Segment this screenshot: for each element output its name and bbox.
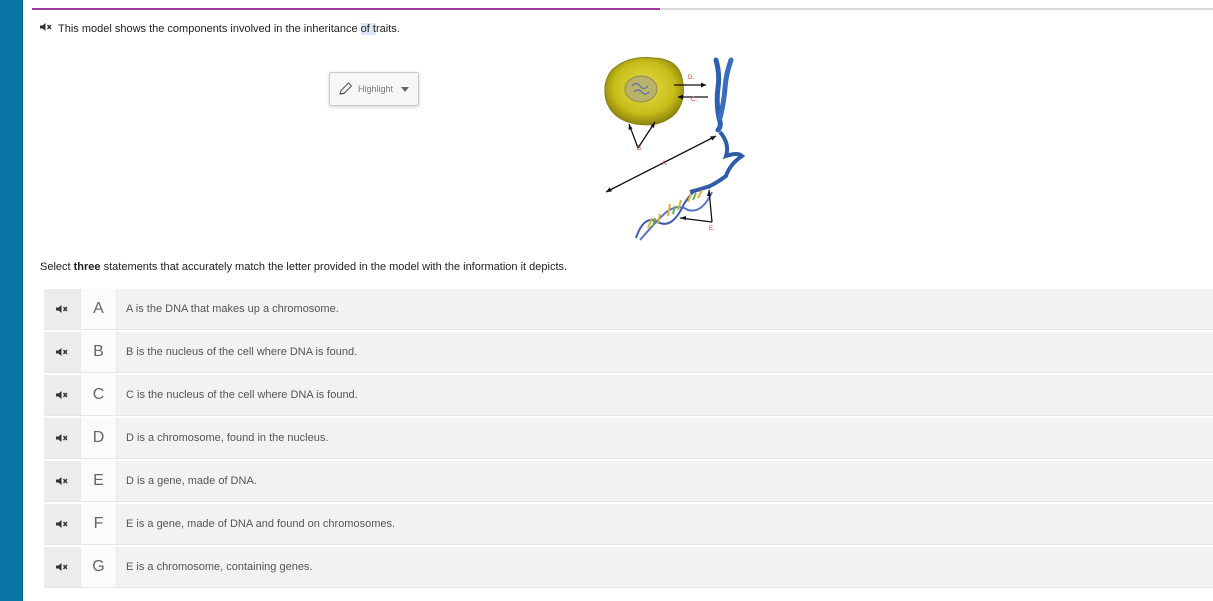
pencil-icon <box>339 82 353 95</box>
answer-option-b[interactable]: B B is the nucleus of the cell where DNA … <box>44 332 1213 373</box>
option-text: C is the nucleus of the cell where DNA i… <box>126 389 358 401</box>
speaker-mute-icon[interactable] <box>44 375 80 415</box>
speaker-mute-icon[interactable] <box>44 547 80 587</box>
progress-bar <box>32 8 1213 10</box>
option-letter: B <box>80 332 117 372</box>
highlight-tool-label: Highlight <box>358 84 394 94</box>
intro-line: This model shows the components involved… <box>39 22 400 35</box>
model-label-e: E. <box>709 226 715 232</box>
inheritance-model-image: D. C. B. A. E. <box>604 57 746 241</box>
dna-double-helix <box>635 186 713 241</box>
option-text: E is a gene, made of DNA and found on ch… <box>126 518 396 530</box>
model-label-a: A. <box>662 161 668 167</box>
option-text: E is a chromosome, containing genes. <box>126 561 313 573</box>
option-letter: D <box>80 418 117 458</box>
model-label-c: C. <box>691 97 697 103</box>
model-label-b: B. <box>637 146 643 152</box>
left-sidebar-rail <box>0 0 23 601</box>
option-text: A is the DNA that makes up a chromosome. <box>126 303 339 315</box>
speaker-mute-icon[interactable] <box>44 504 80 544</box>
answer-option-e[interactable]: E D is a gene, made of DNA. <box>44 461 1213 502</box>
option-letter: C <box>80 375 117 415</box>
answer-option-a[interactable]: A A is the DNA that makes up a chromosome… <box>44 289 1213 330</box>
speaker-mute-icon[interactable] <box>44 289 80 329</box>
speaker-mute-icon[interactable] <box>44 461 80 501</box>
option-letter: E <box>80 461 117 501</box>
option-text: D is a gene, made of DNA. <box>126 475 257 487</box>
answer-option-c[interactable]: C C is the nucleus of the cell where DNA … <box>44 375 1213 416</box>
highlight-tool-button[interactable]: Highlight <box>329 72 419 106</box>
answer-option-d[interactable]: D D is a chromosome, found in the nucleus… <box>44 418 1213 459</box>
option-letter: A <box>80 289 117 329</box>
answer-option-f[interactable]: F E is a gene, made of DNA and found on c… <box>44 504 1213 545</box>
chevron-down-icon[interactable] <box>401 86 410 92</box>
speaker-mute-icon[interactable] <box>39 22 53 35</box>
option-letter: G <box>80 547 117 587</box>
option-text: B is the nucleus of the cell where DNA i… <box>126 346 358 358</box>
answer-option-g[interactable]: G E is a chromosome, containing genes. <box>44 547 1213 588</box>
progress-bar-fill <box>32 8 661 10</box>
text-selection-highlight: of t <box>360 22 376 35</box>
option-text: D is a chromosome, found in the nucleus. <box>126 432 329 444</box>
speaker-mute-icon[interactable] <box>44 418 80 458</box>
speaker-mute-icon[interactable] <box>44 332 80 372</box>
answer-options-list: A A is the DNA that makes up a chromosome… <box>44 289 1213 590</box>
question-instruction: Select three statements that accurately … <box>40 261 568 273</box>
intro-text: This model shows the components involved… <box>58 22 400 35</box>
option-letter: F <box>80 504 117 544</box>
cell-illustration <box>604 57 684 126</box>
model-label-d: D. <box>688 75 694 81</box>
chromosome-illustration <box>689 57 746 194</box>
